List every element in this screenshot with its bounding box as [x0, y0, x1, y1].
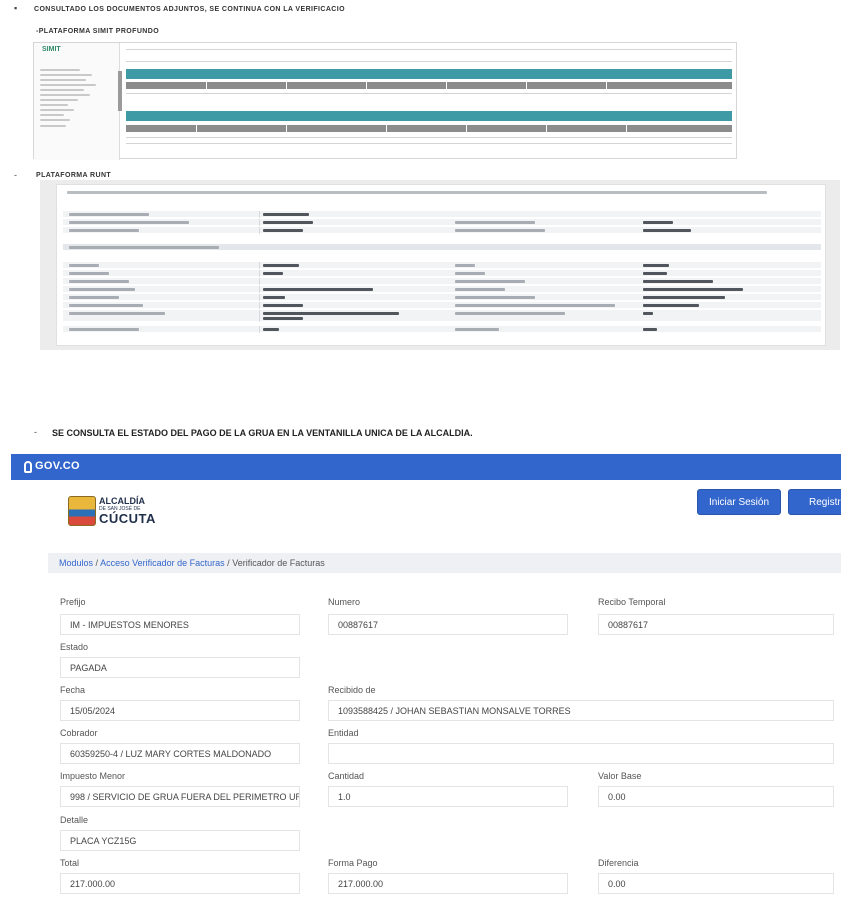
gov-top-bar: GOV.CO: [11, 454, 841, 480]
alcaldia-logo-city: CÚCUTA: [99, 511, 156, 526]
valor-base-label: Valor Base: [598, 771, 642, 781]
simit-screenshot: SIMIT: [33, 42, 737, 160]
simit-content: [126, 45, 732, 158]
register-button[interactable]: Registr: [788, 489, 841, 515]
recibido-field[interactable]: 1093588425 / JOHAN SEBASTIAN MONSALVE TO…: [328, 700, 834, 721]
fecha-field[interactable]: 15/05/2024: [60, 700, 300, 721]
impuesto-label: Impuesto Menor: [60, 771, 126, 781]
entidad-field[interactable]: [328, 743, 834, 764]
step-2-text: SE CONSULTA EL ESTADO DEL PAGO DE LA GRU…: [52, 428, 473, 438]
breadcrumb: Modulos / Acceso Verificador de Facturas…: [48, 553, 841, 573]
cobrador-label: Cobrador: [60, 728, 98, 738]
diferencia-field[interactable]: 0.00: [598, 873, 834, 894]
prefijo-label: Prefijo: [60, 597, 86, 607]
total-field[interactable]: 217.000.00: [60, 873, 300, 894]
cobrador-field[interactable]: 60359250-4 / LUZ MARY CORTES MALDONADO: [60, 743, 300, 764]
step-1-text: CONSULTADO LOS DOCUMENTOS ADJUNTOS, SE C…: [34, 6, 345, 13]
estado-field[interactable]: PAGADA: [60, 657, 300, 678]
runt-panel: [56, 184, 826, 346]
breadcrumb-separator: /: [227, 558, 230, 568]
simit-section-header-2: [126, 111, 732, 121]
simit-scrollbar: [118, 71, 122, 111]
gov-shield-icon: [24, 461, 32, 473]
prefijo-field[interactable]: IM - IMPUESTOS MENORES: [60, 614, 300, 635]
breadcrumb-current: Verificador de Facturas: [232, 558, 325, 568]
diferencia-label: Diferencia: [598, 858, 639, 868]
cantidad-field[interactable]: 1.0: [328, 786, 568, 807]
login-button[interactable]: Iniciar Sesión: [697, 489, 781, 515]
simit-sidebar: SIMIT: [34, 43, 120, 160]
cucuta-crest-icon: [68, 496, 96, 526]
detalle-label: Detalle: [60, 815, 89, 825]
entidad-label: Entidad: [328, 728, 359, 738]
cantidad-label: Cantidad: [328, 771, 365, 781]
runt-title: PLATAFORMA RUNT: [36, 172, 112, 179]
estado-label: Estado: [60, 642, 89, 652]
detalle-field[interactable]: PLACA YCZ15G: [60, 830, 300, 851]
runt-bullet: -: [14, 170, 17, 180]
forma-pago-label: Forma Pago: [328, 858, 378, 868]
simit-table-header: [126, 82, 732, 89]
total-label: Total: [60, 858, 80, 868]
bullet-icon: ▪: [14, 3, 18, 13]
numero-label: Numero: [328, 597, 361, 607]
alcaldia-logo-title: ALCALDÍA: [99, 496, 145, 506]
recibo-temporal-field[interactable]: 00887617: [598, 614, 834, 635]
recibido-label: Recibido de: [328, 685, 376, 695]
simit-table-header-2: [126, 125, 732, 132]
breadcrumb-acceso[interactable]: Acceso Verificador de Facturas: [100, 558, 225, 568]
fecha-label: Fecha: [60, 685, 86, 695]
simit-title: -PLATAFORMA SIMIT PROFUNDO: [36, 28, 160, 35]
runt-screenshot: [40, 180, 840, 350]
impuesto-field[interactable]: 998 / SERVICIO DE GRUA FUERA DEL PERIMET…: [60, 786, 300, 807]
valor-base-field[interactable]: 0.00: [598, 786, 834, 807]
simit-logo: SIMIT: [42, 46, 61, 53]
forma-pago-field[interactable]: 217.000.00: [328, 873, 568, 894]
step-2-bullet: -: [34, 427, 37, 437]
breadcrumb-separator: /: [95, 558, 99, 568]
recibo-temporal-label: Recibo Temporal: [598, 597, 666, 607]
simit-section-header: [126, 69, 732, 79]
breadcrumb-modulos[interactable]: Modulos: [59, 558, 93, 568]
numero-field[interactable]: 00887617: [328, 614, 568, 635]
gov-logo-link[interactable]: GOV.CO: [35, 460, 80, 472]
